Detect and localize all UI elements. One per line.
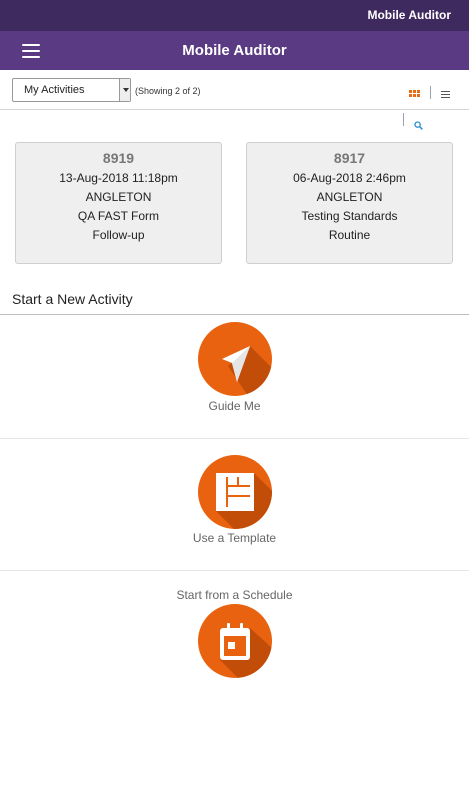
- activity-card[interactable]: 8917 06-Aug-2018 2:46pm ANGLETON Testing…: [246, 142, 453, 264]
- status-bar: Mobile Auditor: [0, 0, 469, 31]
- guide-me-label: Guide Me: [208, 399, 261, 413]
- activity-filter-select[interactable]: My Activities: [12, 78, 131, 102]
- showing-count: (Showing 2 of 2): [135, 86, 201, 96]
- use-template-button[interactable]: Use a Template: [0, 439, 469, 570]
- activity-id: 8917: [333, 150, 366, 166]
- app-title: Mobile Auditor: [182, 42, 287, 59]
- activity-filter-value: My Activities: [24, 84, 85, 96]
- filter-toolbar: My Activities (Showing 2 of 2): [0, 70, 469, 110]
- activity-date: 06-Aug-2018 2:46pm: [293, 171, 406, 185]
- status-bar-title: Mobile Auditor: [367, 8, 451, 22]
- activity-site: ANGLETON: [85, 190, 152, 204]
- start-schedule-button[interactable]: Start from a Schedule: [0, 571, 469, 691]
- activity-form: Testing Standards: [301, 209, 398, 223]
- search-icon[interactable]: [414, 117, 423, 130]
- activity-form: QA FAST Form: [77, 209, 160, 223]
- use-template-label: Use a Template: [192, 531, 277, 545]
- list-view-icon[interactable]: [441, 91, 450, 98]
- activity-card[interactable]: 8919 13-Aug-2018 11:18pm ANGLETON QA FAS…: [15, 142, 222, 264]
- activity-type: Routine: [328, 228, 371, 242]
- paper-plane-icon: [198, 322, 272, 396]
- activity-type: Follow-up: [92, 228, 145, 242]
- view-divider: [430, 86, 431, 99]
- start-schedule-label: Start from a Schedule: [176, 588, 293, 602]
- activity-date: 13-Aug-2018 11:18pm: [59, 171, 178, 185]
- new-activity-heading: Start a New Activity: [12, 291, 133, 307]
- template-layout-icon: [198, 455, 272, 529]
- select-arrow-icon: [119, 79, 130, 101]
- app-bar: Mobile Auditor: [0, 31, 469, 70]
- activity-id: 8919: [102, 150, 135, 166]
- guide-me-button[interactable]: Guide Me: [0, 315, 469, 438]
- activity-site: ANGLETON: [316, 190, 383, 204]
- grid-view-icon[interactable]: [409, 90, 420, 97]
- calendar-icon: [198, 604, 272, 678]
- search-divider: [403, 113, 404, 126]
